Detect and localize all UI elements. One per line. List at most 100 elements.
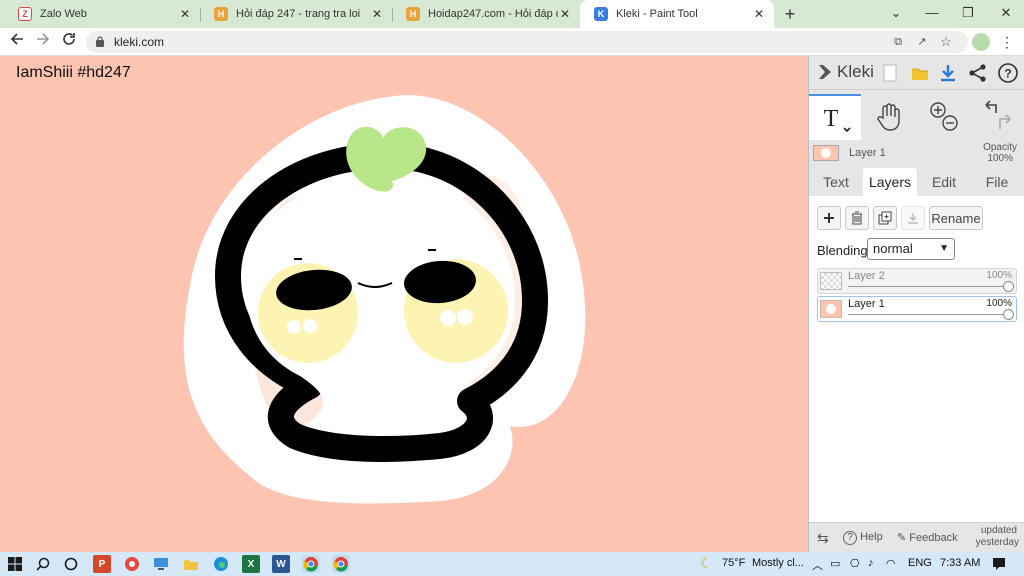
- help-label: Help: [860, 531, 883, 543]
- clock-time[interactable]: 7:33 AM: [940, 557, 980, 569]
- delete-layer-button[interactable]: [845, 206, 869, 230]
- share-icon[interactable]: [967, 62, 989, 84]
- network-icon[interactable]: ⎔: [850, 557, 860, 570]
- computer-app[interactable]: [152, 555, 170, 573]
- tab-hoidap-online[interactable]: H Hoidap247.com - Hỏi đáp online ✕: [392, 0, 580, 28]
- search-icon: [36, 557, 50, 571]
- media-app[interactable]: [123, 555, 141, 573]
- feedback-link[interactable]: ✎ Feedback: [897, 531, 958, 544]
- tab-layers[interactable]: Layers: [863, 168, 917, 196]
- text-tool-button[interactable]: T: [809, 94, 861, 140]
- translate-icon[interactable]: ⧉: [890, 35, 906, 49]
- browser-menu-button[interactable]: ⋮: [1000, 32, 1014, 52]
- tab-search-button[interactable]: ⌄: [878, 0, 914, 28]
- cortana-circle-icon: [64, 557, 78, 571]
- windows-taskbar: P X W ☾ 75°F Mostly cl... ︿ ▭ ⎔ ♪ ◠ ENG …: [0, 552, 1024, 576]
- slider-knob[interactable]: [1003, 309, 1014, 320]
- help-icon[interactable]: ?: [997, 62, 1019, 84]
- add-layer-button[interactable]: [817, 206, 841, 230]
- close-tab-icon[interactable]: ✕: [558, 7, 572, 21]
- search-button[interactable]: [34, 555, 52, 573]
- back-button[interactable]: [7, 32, 27, 52]
- kleki-logo[interactable]: Kleki: [817, 62, 874, 82]
- tab-title: Hỏi đáp 247 - trang tra loi: [236, 8, 361, 20]
- rename-layer-button[interactable]: Rename: [929, 206, 983, 230]
- logo-text: Kleki: [837, 62, 874, 81]
- new-tab-button[interactable]: +: [780, 4, 800, 24]
- panel-tabs: Text Layers Edit File: [809, 168, 1024, 196]
- new-image-icon[interactable]: [879, 62, 901, 84]
- layers-panel: Rename Blending normal ▼ Layer 2 100% La…: [809, 196, 1024, 552]
- address-bar[interactable]: kleki.com ⧉ ↗ ☆: [86, 31, 968, 53]
- bookmark-star-icon[interactable]: ☆: [938, 35, 954, 49]
- layer-name: Layer 2: [848, 270, 885, 282]
- layer-thumb-image: [826, 304, 836, 314]
- chrome-app[interactable]: [302, 555, 320, 573]
- powerpoint-app[interactable]: P: [93, 555, 111, 573]
- start-button[interactable]: [6, 555, 24, 573]
- file-explorer-app[interactable]: [182, 555, 200, 573]
- weather-temp[interactable]: 75°F: [722, 557, 745, 569]
- notifications-button[interactable]: [990, 555, 1008, 573]
- slider-knob[interactable]: [1003, 281, 1014, 292]
- back-arrow-icon: [10, 33, 23, 45]
- tool-row: T: [809, 94, 1024, 140]
- reload-button[interactable]: [59, 32, 79, 52]
- layer-opacity-slider[interactable]: [848, 286, 1008, 287]
- forward-button[interactable]: [33, 32, 53, 52]
- close-tab-icon[interactable]: ✕: [178, 7, 192, 21]
- close-tab-icon[interactable]: ✕: [370, 7, 384, 21]
- trash-icon: [852, 211, 862, 225]
- browser-toolbar: kleki.com ⧉ ↗ ☆ ⋮: [0, 28, 1024, 56]
- profile-avatar[interactable]: [972, 33, 990, 51]
- volume-icon[interactable]: ♪: [868, 557, 874, 569]
- open-folder-icon[interactable]: [909, 62, 931, 84]
- hoidap-favicon-icon: H: [406, 7, 420, 21]
- tab-file[interactable]: File: [973, 168, 1021, 196]
- layer-row[interactable]: Layer 1 100%: [817, 296, 1017, 322]
- blending-label: Blending: [817, 243, 868, 258]
- tray-chevron-icon[interactable]: ︿: [812, 557, 823, 573]
- hoidap-favicon-icon: H: [214, 7, 228, 21]
- close-tab-icon[interactable]: ✕: [752, 7, 766, 21]
- kleki-logo-icon: [819, 65, 831, 79]
- layer-opacity-slider[interactable]: [848, 314, 1008, 315]
- close-window-button[interactable]: ✕: [988, 0, 1024, 28]
- layer-thumbnail: [820, 300, 842, 318]
- minimize-button[interactable]: —: [914, 0, 950, 28]
- current-layer-indicator[interactable]: Layer 1 Opacity 100%: [809, 140, 1024, 168]
- tab-kleki[interactable]: K Kleki - Paint Tool ✕: [580, 0, 774, 28]
- layer-row[interactable]: Layer 2 100%: [817, 268, 1017, 294]
- duplicate-layer-button[interactable]: [873, 206, 897, 230]
- tab-edit[interactable]: Edit: [921, 168, 967, 196]
- merge-layer-button[interactable]: [901, 206, 925, 230]
- word-app[interactable]: W: [272, 555, 290, 573]
- excel-app[interactable]: X: [242, 555, 260, 573]
- download-icon[interactable]: [937, 62, 959, 84]
- tab-hoidap-tra-loi[interactable]: H Hỏi đáp 247 - trang tra loi ✕: [200, 0, 392, 28]
- layer-opacity: 100%: [986, 298, 1012, 309]
- tab-zalo[interactable]: Z Zalo Web ✕: [4, 0, 200, 28]
- help-link[interactable]: ? Help: [843, 531, 883, 545]
- tab-strip: Z Zalo Web ✕ H Hỏi đáp 247 - trang tra l…: [0, 0, 1024, 28]
- restore-button[interactable]: ❐: [950, 0, 986, 28]
- weather-desc[interactable]: Mostly cl...: [752, 557, 804, 569]
- drawing-canvas[interactable]: IamShiii #hd247: [0, 56, 808, 552]
- zoom-in-out-icon: [930, 102, 958, 131]
- wifi-icon[interactable]: ◠: [886, 557, 896, 570]
- blending-select[interactable]: normal ▼: [867, 238, 955, 260]
- undo-redo-tools[interactable]: [973, 94, 1023, 140]
- hand-tool-button[interactable]: [865, 94, 915, 140]
- share-page-icon[interactable]: ↗: [914, 35, 930, 49]
- task-view-button[interactable]: [62, 555, 80, 573]
- tab-text[interactable]: Text: [813, 168, 859, 196]
- language-indicator[interactable]: ENG: [908, 557, 932, 569]
- feedback-label: Feedback: [909, 532, 958, 544]
- chrome-app-2[interactable]: [332, 555, 350, 573]
- zoom-tools[interactable]: [919, 94, 969, 140]
- swap-icon[interactable]: ⇆: [817, 530, 829, 547]
- lock-icon: [96, 36, 104, 47]
- weather-moon-icon[interactable]: ☾: [700, 555, 713, 572]
- edge-app[interactable]: [212, 555, 230, 573]
- battery-icon[interactable]: ▭: [830, 557, 840, 570]
